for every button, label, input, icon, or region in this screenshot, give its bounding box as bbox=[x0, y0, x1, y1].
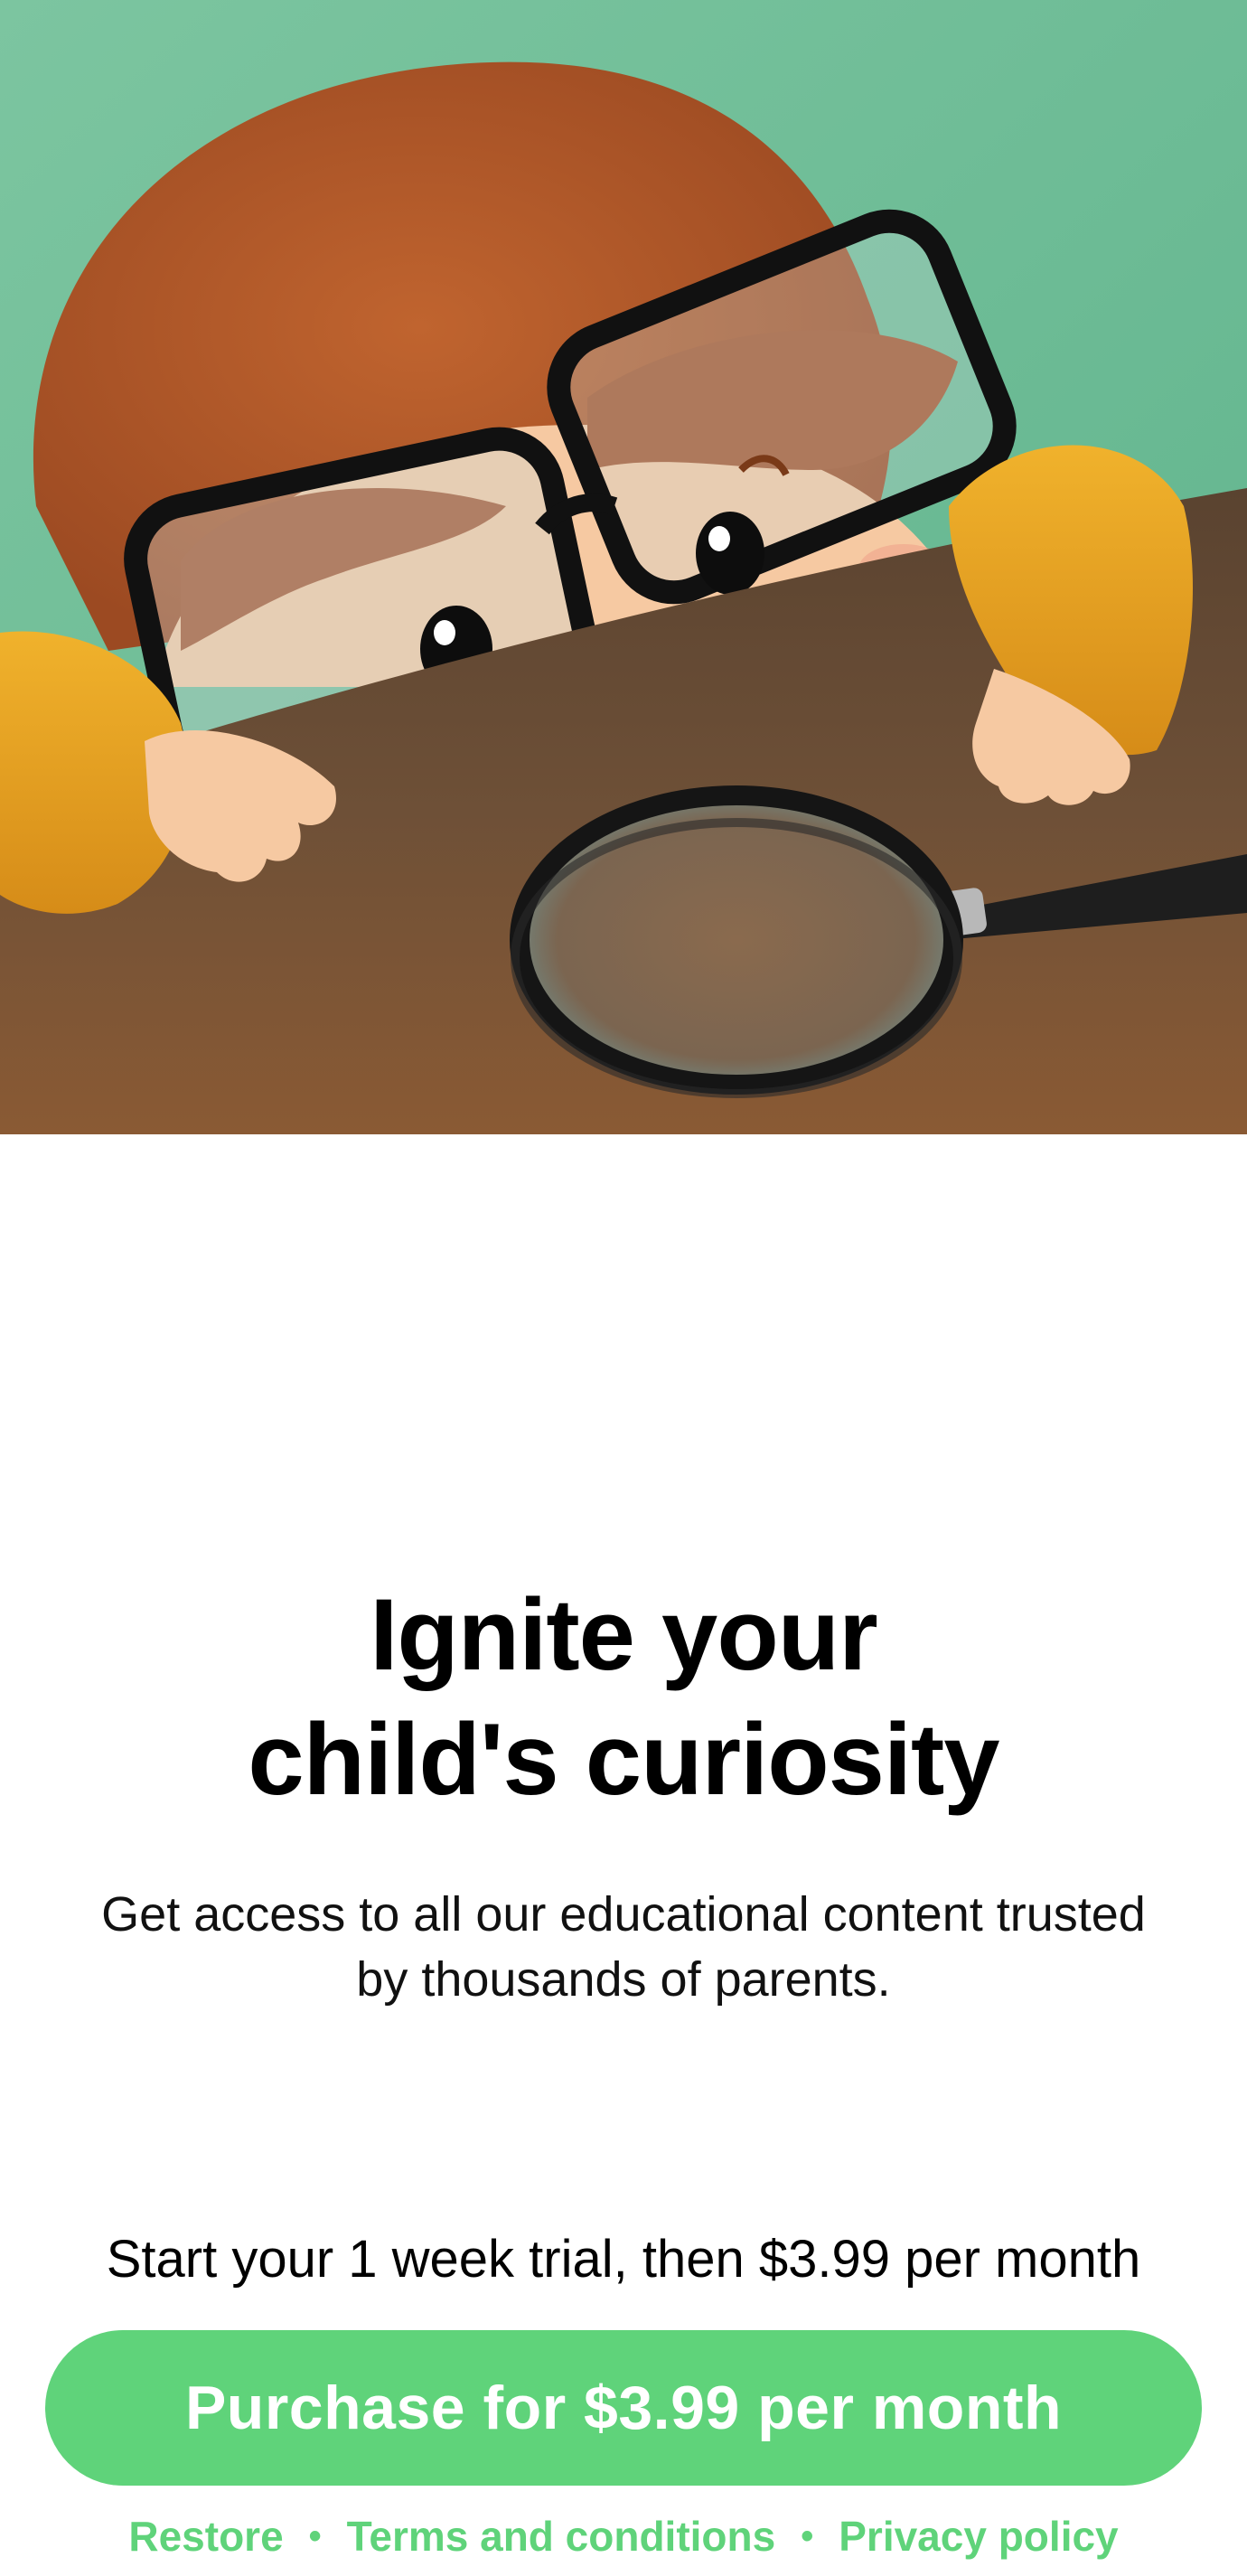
page-title-line-2: child's curiosity bbox=[248, 1703, 999, 1816]
hero-illustration bbox=[0, 0, 1247, 1134]
page-title-line-1: Ignite your bbox=[370, 1578, 877, 1691]
bullet-separator: • bbox=[801, 2515, 814, 2556]
purchase-button-label: Purchase for $3.99 per month bbox=[184, 2374, 1063, 2442]
child-with-magnifying-glass-illustration bbox=[0, 0, 1247, 1134]
footer-links: Restore • Terms and conditions • Privacy… bbox=[0, 2509, 1247, 2563]
restore-link[interactable]: Restore bbox=[128, 2512, 283, 2561]
page-subtitle: Get access to all our educational conten… bbox=[54, 1882, 1193, 2012]
privacy-link[interactable]: Privacy policy bbox=[839, 2512, 1118, 2561]
trial-info-text: Start your 1 week trial, then $3.99 per … bbox=[106, 2230, 1141, 2289]
page-title: Ignite your child's curiosity bbox=[0, 1573, 1247, 1822]
purchase-button[interactable]: Purchase for $3.99 per month bbox=[45, 2330, 1202, 2486]
page-subtitle-line-1: Get access to all our educational conten… bbox=[101, 1887, 1146, 1941]
bullet-separator: • bbox=[308, 2515, 322, 2556]
page-subtitle-line-2: by thousands of parents. bbox=[356, 1952, 891, 2007]
terms-link[interactable]: Terms and conditions bbox=[347, 2512, 776, 2561]
